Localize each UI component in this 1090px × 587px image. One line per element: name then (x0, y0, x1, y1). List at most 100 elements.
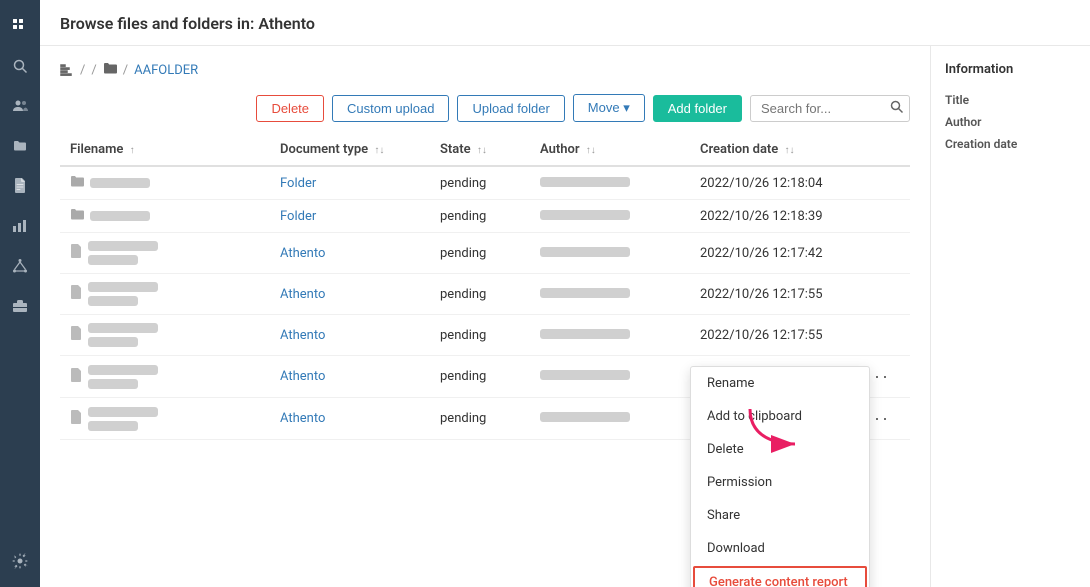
info-label-author: Author (945, 115, 1076, 129)
state-cell: pending (430, 315, 530, 356)
doctype-link[interactable]: Athento (280, 287, 325, 302)
col-state[interactable]: State ↑↓ (430, 134, 530, 166)
delete-button[interactable]: Delete (256, 95, 324, 122)
filename-cell (60, 356, 270, 398)
author-placeholder (540, 177, 630, 187)
state-cell: pending (430, 200, 530, 233)
col-doctype[interactable]: Document type ↑↓ (270, 134, 430, 166)
search-submit-button[interactable] (890, 100, 904, 117)
author-cell (530, 233, 690, 274)
context-menu: RenameAdd to clipboardDeletePermissionSh… (690, 366, 870, 587)
doctype-link[interactable]: Folder (280, 176, 316, 191)
info-label-created: Creation date (945, 137, 1076, 151)
sidebar-icon-home[interactable] (2, 8, 38, 44)
sidebar-icon-users[interactable] (2, 88, 38, 124)
sidebar (0, 0, 40, 587)
author-cell (530, 274, 690, 315)
table-header: Filename ↑ Document type ↑↓ State ↑↓ Aut… (60, 134, 910, 166)
sidebar-icon-chart[interactable] (2, 208, 38, 244)
col-filename[interactable]: Filename ↑ (60, 134, 270, 166)
file-browser: / / / AAFOLDER Delete Custom upload Uplo… (40, 46, 930, 587)
move-button[interactable]: Move ▾ (573, 94, 645, 122)
author-placeholder (540, 288, 630, 298)
context-menu-item-download[interactable]: Download (691, 532, 869, 565)
author-cell (530, 315, 690, 356)
actions-cell (850, 166, 910, 200)
doctype-cell[interactable]: Athento (270, 274, 430, 315)
breadcrumb-folder-icon (103, 62, 117, 78)
info-label-title: Title (945, 93, 1076, 107)
info-field-title: Title (945, 93, 1076, 107)
col-actions (850, 134, 910, 166)
context-menu-item-rename[interactable]: Rename (691, 367, 869, 400)
doctype-link[interactable]: Athento (280, 411, 325, 426)
sidebar-icon-settings[interactable] (2, 543, 38, 579)
page-header: Browse files and folders in: Athento (40, 0, 1090, 46)
context-menu-item-generate_report[interactable]: Generate content report (693, 566, 867, 587)
created-cell: 2022/10/26 12:17:55 (690, 315, 850, 356)
info-field-author: Author (945, 115, 1076, 129)
toolbar: Delete Custom upload Upload folder Move … (60, 94, 910, 122)
folder-icon (70, 208, 84, 224)
col-author[interactable]: Author ↑↓ (530, 134, 690, 166)
sidebar-icon-network[interactable] (2, 248, 38, 284)
doctype-link[interactable]: Folder (280, 209, 316, 224)
doctype-cell[interactable]: Athento (270, 233, 430, 274)
state-cell: pending (430, 274, 530, 315)
filename-placeholder (88, 282, 158, 292)
state-cell: pending (430, 166, 530, 200)
upload-folder-button[interactable]: Upload folder (457, 95, 564, 122)
file-icon (70, 410, 82, 428)
breadcrumb-root[interactable]: / (80, 63, 85, 78)
author-cell (530, 356, 690, 398)
doctype-link[interactable]: Athento (280, 328, 325, 343)
state-cell: pending (430, 398, 530, 440)
author-cell (530, 200, 690, 233)
filename-placeholder (88, 379, 138, 389)
sidebar-icon-briefcase[interactable] (2, 288, 38, 324)
filename-placeholder (90, 211, 150, 221)
author-placeholder (540, 247, 630, 257)
filename-placeholder (88, 241, 158, 251)
breadcrumb-current[interactable]: AAFOLDER (134, 63, 198, 78)
context-menu-item-permission[interactable]: Permission (691, 466, 869, 499)
state-cell: pending (430, 233, 530, 274)
doctype-cell[interactable]: Athento (270, 398, 430, 440)
table-row: Athento pending 2022/10/26 12:17:42 (60, 233, 910, 274)
sidebar-icon-folder[interactable] (2, 128, 38, 164)
doctype-cell[interactable]: Athento (270, 315, 430, 356)
actions-cell (850, 233, 910, 274)
filename-cell (60, 166, 270, 200)
search-box (750, 95, 910, 122)
page-title: Browse files and folders in: Athento (60, 14, 1070, 33)
actions-cell (850, 315, 910, 356)
info-field-created: Creation date (945, 137, 1076, 151)
doctype-link[interactable]: Athento (280, 369, 325, 384)
sidebar-icon-doc[interactable] (2, 168, 38, 204)
filename-cell (60, 315, 270, 356)
folder-icon (70, 175, 84, 191)
doctype-link[interactable]: Athento (280, 246, 325, 261)
filename-placeholder (88, 421, 138, 431)
custom-upload-button[interactable]: Custom upload (332, 95, 449, 122)
context-menu-item-share[interactable]: Share (691, 499, 869, 532)
filename-placeholder (88, 296, 138, 306)
doctype-cell[interactable]: Folder (270, 200, 430, 233)
doctype-cell[interactable]: Folder (270, 166, 430, 200)
search-input[interactable] (750, 95, 910, 122)
doctype-cell[interactable]: Athento (270, 356, 430, 398)
file-icon (70, 368, 82, 386)
actions-cell (850, 274, 910, 315)
file-icon (70, 285, 82, 303)
add-folder-button[interactable]: Add folder (653, 95, 742, 122)
filename-placeholder (88, 323, 158, 333)
author-cell (530, 166, 690, 200)
col-created[interactable]: Creation date ↑↓ (690, 134, 850, 166)
author-placeholder (540, 210, 630, 220)
breadcrumb: / / / AAFOLDER (60, 62, 910, 78)
filename-placeholder (88, 255, 138, 265)
sidebar-icon-search[interactable] (2, 48, 38, 84)
created-cell: 2022/10/26 12:17:42 (690, 233, 850, 274)
filename-placeholder (88, 365, 158, 375)
created-cell: 2022/10/26 12:18:39 (690, 200, 850, 233)
